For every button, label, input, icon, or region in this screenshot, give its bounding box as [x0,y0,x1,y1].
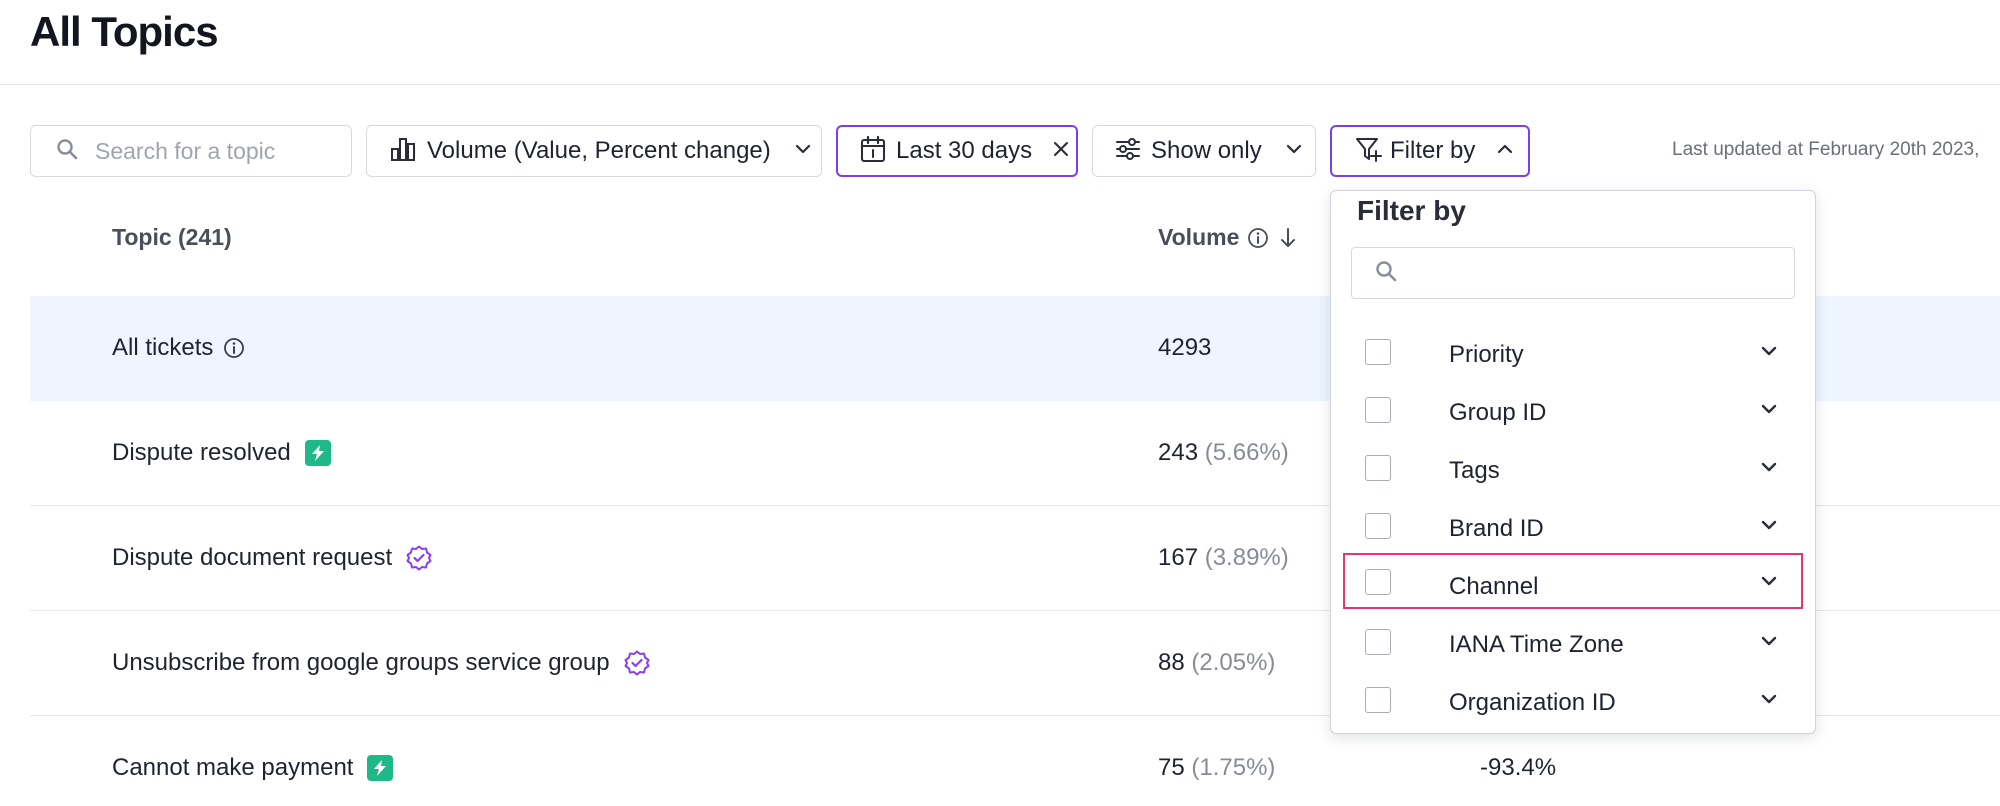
volume-column-header[interactable]: Volume [1158,224,1297,251]
volume-value: 167 [1158,544,1199,571]
sliders-icon [1115,136,1141,167]
filter-by-dropdown: Filter by Priority Group ID Tags Brand I… [1330,190,1816,734]
chevron-down-icon[interactable] [1759,341,1779,366]
checkbox[interactable] [1365,513,1391,539]
volume-percent: (2.05%) [1191,649,1276,676]
bar-chart-icon [389,135,417,168]
topic-name: Cannot make payment [112,754,354,781]
topic-search-input[interactable]: Search for a topic [30,125,352,177]
topic-cell: Dispute resolved [112,439,331,467]
topic-name: Dispute document request [112,544,393,571]
topic-name: Dispute resolved [112,439,291,466]
filter-option-organization-id[interactable]: Organization ID [1345,675,1801,731]
info-icon [1247,227,1269,249]
page-title: All Topics [30,8,219,55]
search-placeholder: Search for a topic [95,137,276,164]
lightning-icon [367,755,394,781]
filter-option-label: Channel [1449,573,1539,600]
volume-cell: 4293 [1158,334,1211,362]
filter-option-label: IANA Time Zone [1449,631,1624,658]
chevron-down-icon [1284,139,1304,164]
last-updated-text: Last updated at February 20th 2023, [1672,139,1980,160]
chevron-down-icon[interactable] [1759,515,1779,540]
filter-search-input[interactable] [1351,247,1795,299]
show-only-label: Show only [1151,137,1262,164]
topic-column-header[interactable]: Topic (241) [112,224,232,251]
checkbox[interactable] [1365,569,1391,595]
topic-cell: Cannot make payment [112,754,394,782]
volume-cell: 167 (3.89%) [1158,544,1289,572]
filter-option-iana-time-zone[interactable]: IANA Time Zone [1345,617,1801,673]
checkbox[interactable] [1365,687,1391,713]
chevron-down-icon[interactable] [1759,689,1779,714]
volume-cell: 243 (5.66%) [1158,439,1289,467]
volume-cell: 75 (1.75%) [1158,754,1275,782]
volume-percent: (5.66%) [1204,439,1289,466]
chevron-down-icon[interactable] [1759,631,1779,656]
chevron-down-icon[interactable] [1759,457,1779,482]
info-icon [223,337,245,359]
topic-name: Unsubscribe from google groups service g… [112,649,610,676]
dropdown-title: Filter by [1357,195,1466,226]
volume-value: 75 [1158,754,1185,781]
topic-column-label: Topic (241) [112,224,232,250]
sort-arrow-down-icon[interactable] [1279,227,1297,249]
close-icon[interactable] [1052,140,1070,163]
filter-option-channel[interactable]: Channel [1343,553,1803,609]
percent-change-cell: -93.4% [1480,754,1557,781]
topic-cell: Dispute document request [112,544,432,572]
chevron-up-icon [1495,139,1515,164]
filter-option-label: Group ID [1449,399,1547,426]
checkbox[interactable] [1365,397,1391,423]
filter-option-label: Priority [1449,341,1524,368]
metric-select-label: Volume (Value, Percent change) [427,137,771,164]
date-range-chip[interactable]: Last 30 days [836,125,1078,177]
filter-option-label: Organization ID [1449,689,1616,716]
volume-value: 243 [1158,439,1199,466]
filter-add-icon [1354,135,1382,168]
search-icon [1374,259,1398,288]
filter-option-priority[interactable]: Priority [1345,327,1801,383]
show-only-select[interactable]: Show only [1092,125,1316,177]
verified-icon [624,650,650,676]
volume-value: 4293 [1158,334,1212,361]
filter-option-label: Tags [1449,457,1500,484]
chevron-down-icon [793,139,813,164]
topic-cell: Unsubscribe from google groups service g… [112,649,650,677]
topic-name: All tickets [112,334,214,361]
header-divider [0,84,2000,85]
volume-cell: 88 (2.05%) [1158,649,1275,677]
filter-option-brand-id[interactable]: Brand ID [1345,501,1801,557]
metric-select[interactable]: Volume (Value, Percent change) [366,125,822,177]
volume-value: 88 [1158,649,1185,676]
search-icon [55,137,79,166]
filter-option-group-id[interactable]: Group ID [1345,385,1801,441]
volume-percent: (3.89%) [1204,544,1289,571]
filter-option-label: Brand ID [1449,515,1544,542]
filter-by-button[interactable]: Filter by [1330,125,1530,177]
verified-icon [406,545,432,571]
filter-option-tags[interactable]: Tags [1345,443,1801,499]
checkbox[interactable] [1365,339,1391,365]
filter-by-label: Filter by [1390,137,1476,164]
date-range-label: Last 30 days [896,137,1033,164]
chevron-down-icon[interactable] [1759,571,1779,596]
checkbox[interactable] [1365,455,1391,481]
checkbox[interactable] [1365,629,1391,655]
chevron-down-icon[interactable] [1759,399,1779,424]
topic-cell: All tickets [112,334,245,362]
calendar-icon [860,135,886,168]
volume-column-label: Volume [1158,224,1240,250]
lightning-icon [304,440,331,466]
volume-percent: (1.75%) [1191,754,1276,781]
